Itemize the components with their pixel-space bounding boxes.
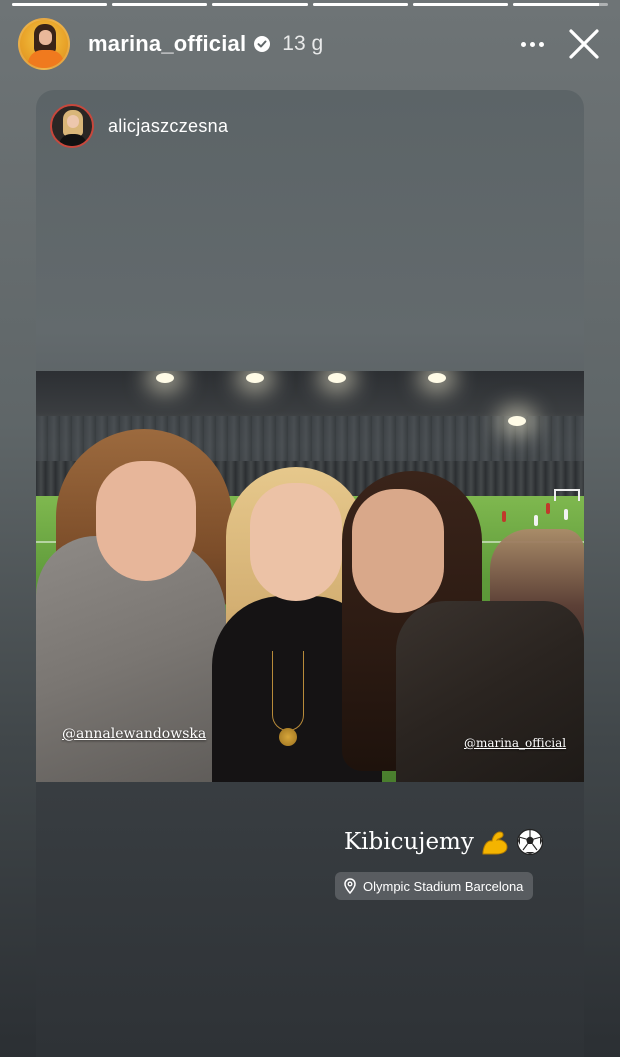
location-sticker[interactable]: Olympic Stadium Barcelona <box>335 872 534 900</box>
caption: Kibicujemy <box>344 828 544 856</box>
post-photo[interactable]: @annalewandowska @marina_official <box>36 371 584 782</box>
shared-author-username[interactable]: alicjaszczesna <box>108 116 228 137</box>
author-username[interactable]: marina_official <box>88 31 246 57</box>
person-right <box>352 489 444 613</box>
progress-segment <box>112 3 208 6</box>
location-pin-icon <box>344 878 356 894</box>
person-left <box>96 461 196 581</box>
progress-segment <box>12 3 108 6</box>
medallion <box>279 728 297 746</box>
caption-text: Kibicujemy <box>344 829 474 855</box>
shared-post-card[interactable]: alicjaszczesna @annalewandowska @marina_… <box>36 90 584 1057</box>
person-middle <box>250 483 342 601</box>
story-progress-bar <box>12 3 609 6</box>
shared-author-avatar[interactable] <box>50 104 94 148</box>
more-dots-icon[interactable] <box>514 30 550 58</box>
user-tag[interactable]: @annalewandowska <box>62 726 206 742</box>
location-label: Olympic Stadium Barcelona <box>363 878 524 894</box>
story-header: marina_official 13 g <box>18 18 602 70</box>
shared-post-header: alicjaszczesna <box>50 104 228 148</box>
author-avatar[interactable] <box>18 18 70 70</box>
progress-segment <box>212 3 308 6</box>
user-tag[interactable]: @marina_official <box>464 736 566 750</box>
flexed-biceps-icon <box>482 831 508 855</box>
post-time: 13 g <box>282 32 324 55</box>
progress-segment <box>312 3 408 6</box>
progress-segment <box>412 3 508 6</box>
close-icon[interactable] <box>566 26 602 62</box>
soccer-ball-icon <box>516 828 543 856</box>
verified-badge-icon <box>254 36 271 52</box>
progress-segment <box>512 3 609 6</box>
